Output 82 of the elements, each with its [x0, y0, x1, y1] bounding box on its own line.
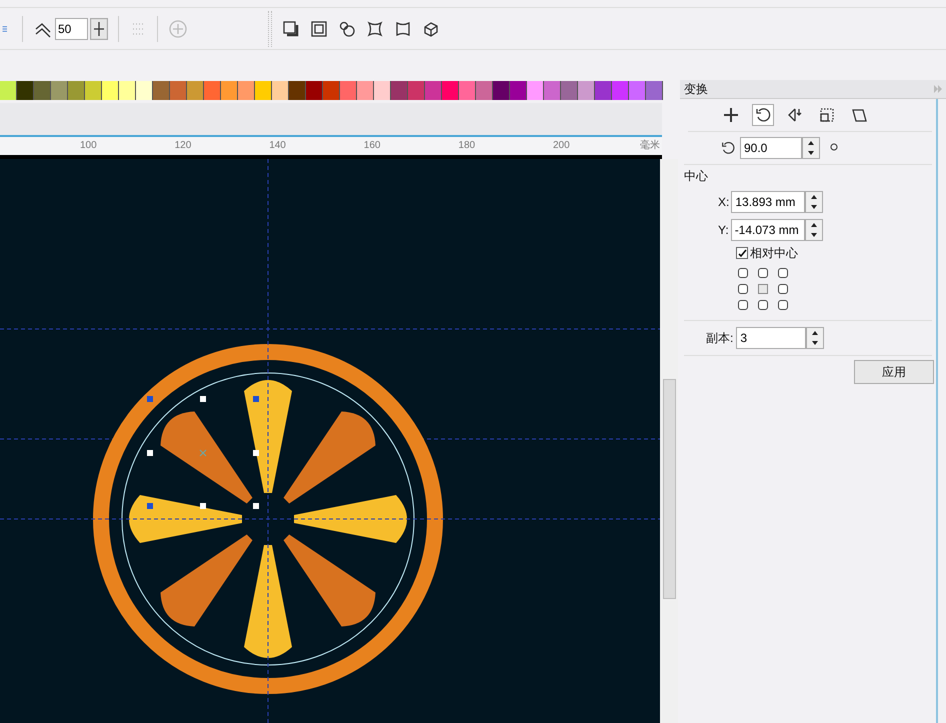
ruler-label: 200 — [553, 139, 570, 153]
color-swatch[interactable] — [51, 81, 68, 100]
ruler-label: 100 — [80, 139, 97, 153]
degree-icon — [830, 143, 838, 151]
color-swatch[interactable] — [68, 81, 85, 100]
color-swatch[interactable] — [306, 81, 323, 100]
copies-label: 副本: — [706, 330, 734, 347]
color-swatch[interactable] — [289, 81, 306, 100]
color-swatch[interactable] — [425, 81, 442, 100]
anchor-point[interactable] — [758, 300, 768, 310]
smoothness-field[interactable]: 50 — [55, 18, 88, 40]
color-swatch[interactable] — [187, 81, 204, 100]
color-swatch[interactable] — [646, 81, 663, 100]
anchor-point[interactable] — [778, 300, 788, 310]
color-swatch[interactable] — [493, 81, 510, 100]
color-swatch[interactable] — [221, 81, 238, 100]
color-swatch[interactable] — [544, 81, 561, 100]
color-swatch[interactable] — [136, 81, 153, 100]
copies-field[interactable]: 3 — [736, 327, 806, 349]
vertical-scrollbar[interactable] — [660, 159, 678, 723]
color-swatch[interactable] — [0, 81, 17, 100]
spinner-arrows[interactable] — [805, 191, 824, 213]
anchor-point[interactable] — [778, 284, 788, 294]
scroll-thumb[interactable] — [662, 379, 676, 599]
color-swatch[interactable] — [323, 81, 340, 100]
color-swatch[interactable] — [340, 81, 357, 100]
color-swatch[interactable] — [527, 81, 544, 100]
y-field[interactable]: -14.073 mm — [730, 219, 805, 241]
color-swatch[interactable] — [170, 81, 187, 100]
y-label: Y: — [718, 222, 729, 239]
color-swatch[interactable] — [357, 81, 374, 100]
ruler-unit: 毫米 — [640, 138, 660, 153]
color-swatch[interactable] — [34, 81, 51, 100]
color-swatch[interactable] — [578, 81, 595, 100]
anchor-point[interactable] — [738, 268, 748, 278]
color-swatch[interactable] — [17, 81, 34, 100]
color-swatch[interactable] — [102, 81, 119, 100]
relative-center-checkbox[interactable] — [736, 247, 748, 259]
center-label: 中心 — [684, 168, 709, 185]
shadow-icon[interactable] — [282, 20, 300, 38]
color-swatch[interactable] — [272, 81, 289, 100]
color-swatch[interactable] — [85, 81, 102, 100]
anchor-point[interactable] — [738, 284, 748, 294]
x-label: X: — [718, 194, 730, 211]
color-swatch[interactable] — [561, 81, 578, 100]
color-swatch[interactable] — [595, 81, 612, 100]
color-swatch[interactable] — [442, 81, 459, 100]
angle-field[interactable]: 90.0 — [740, 137, 802, 159]
ruler-label: 140 — [269, 139, 286, 153]
slider-icon[interactable] — [90, 18, 108, 40]
color-swatch[interactable] — [255, 81, 272, 100]
contour-icon[interactable] — [310, 20, 328, 38]
color-swatch[interactable] — [629, 81, 646, 100]
distort-icon[interactable] — [366, 20, 384, 38]
anchor-point[interactable] — [758, 268, 768, 278]
anchor-point[interactable] — [778, 268, 788, 278]
ruler-label: 180 — [458, 139, 476, 153]
apply-button[interactable]: 应用 — [854, 360, 934, 384]
x-field[interactable]: 13.893 mm — [731, 191, 806, 213]
color-swatch[interactable] — [119, 81, 136, 100]
spinner-arrows[interactable] — [802, 137, 820, 159]
color-swatch[interactable] — [374, 81, 391, 100]
relative-center-label: 相对中心 — [750, 245, 798, 262]
envelope-icon[interactable] — [394, 20, 412, 38]
rotate-icon[interactable] — [720, 140, 736, 156]
color-swatch[interactable] — [510, 81, 527, 100]
color-swatch[interactable] — [391, 81, 408, 100]
color-swatch[interactable] — [408, 81, 425, 100]
color-swatch[interactable] — [612, 81, 629, 100]
color-swatch[interactable] — [204, 81, 221, 100]
ruler-label: 160 — [364, 139, 380, 153]
color-swatch[interactable] — [153, 81, 170, 100]
spinner-arrows[interactable] — [804, 219, 823, 241]
color-swatch[interactable] — [459, 81, 476, 100]
ruler-label: 120 — [174, 139, 192, 153]
panel-title: 变换 — [684, 81, 708, 98]
anchor-point[interactable] — [738, 300, 748, 310]
color-swatch[interactable] — [476, 81, 493, 100]
extrude-icon[interactable] — [422, 20, 440, 38]
blend-icon[interactable] — [338, 20, 356, 38]
spinner-arrows[interactable] — [806, 327, 824, 349]
color-swatch[interactable] — [238, 81, 255, 100]
